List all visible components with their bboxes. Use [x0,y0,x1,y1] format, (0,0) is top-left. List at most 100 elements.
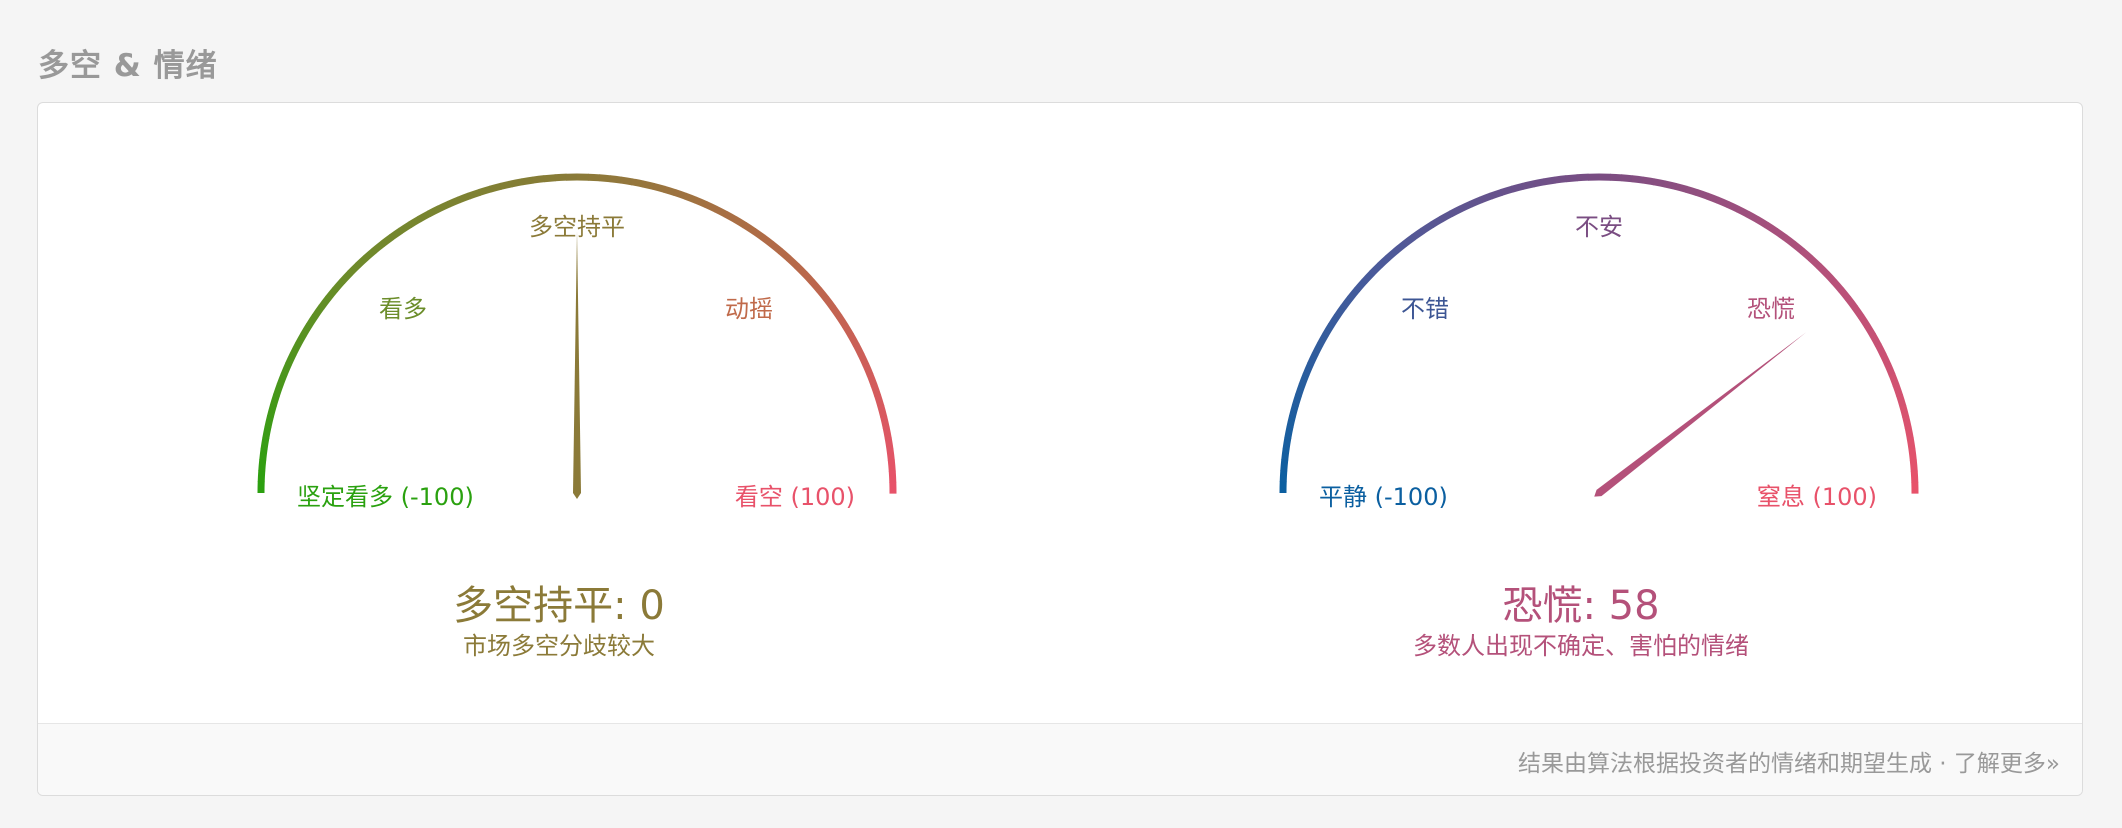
gauge-arc-segment [300,323,313,337]
gauge-arc-segment [1909,459,1918,472]
gauge-arc-segment [801,271,815,285]
gauge-label-top: 不安 [1575,213,1623,241]
gauge-arc-segment [1489,188,1504,200]
gauge-arc-segment [285,352,297,366]
gauge-arc-segment [1347,287,1361,301]
gauge-arc-segment [1393,240,1408,254]
bull-bear-dial [257,173,897,499]
gauge-arc-segment [499,180,513,190]
gauge-arc-segment [259,447,268,461]
gauge-arc-segment [363,247,377,261]
gauge-arc-segment [398,221,412,234]
gauge-arc-segment [1858,314,1871,328]
gauge-arc-segment [777,248,792,262]
gauge-label-top: 多空持平 [529,213,625,241]
gauge-arc-segment [1311,342,1324,357]
gauge-arc-segment [683,192,698,204]
gauge-arc-segment [1816,263,1830,277]
gauge-arc-segment [1279,470,1288,483]
gauge-arc-segment [1354,278,1368,293]
gauge-arc-segment [1642,176,1656,186]
gauge-arc-segment [1307,352,1319,366]
gauge-arc-segment [1302,362,1314,376]
gauge-arc-segment [1439,210,1453,223]
gauge-arc-segment [289,342,302,357]
gauge-description: 多数人出现不确定、害怕的情绪 [1413,632,1749,660]
gauge-arc-segment [257,470,266,483]
gauge-arc-segment [1411,227,1425,241]
gauge-arc-segment [673,189,687,200]
gauge-arc-segment [1831,279,1845,293]
gauge-arc-segment [269,393,280,407]
gauge-status: 多空持平: 0 [453,583,665,629]
gauge-arc-segment [842,323,855,338]
gauge-arc-segment [266,404,277,418]
gauge-arc-segment [1500,185,1514,196]
gauge-arc-segment [258,458,267,472]
gauge-arc-segment [1291,393,1302,407]
gauge-arc-segment [1902,415,1912,429]
gauge-arc-segment [1716,196,1730,208]
gauge-arc-segment [1458,200,1473,213]
gauge-arc-segment [1663,180,1677,190]
gauge-arc-segment [447,196,461,208]
gauge-arc-segment [1420,221,1434,234]
footer-text: 结果由算法根据投资者的情绪和期望生成 · 了解更多» [1518,744,2060,778]
gauge-arc-segment [1322,323,1335,337]
gauge-arc-segment [1869,333,1882,347]
gauge-arc-segment [723,210,738,223]
gauge-arc-segment [886,448,895,461]
gauge-arc-segment [1369,262,1383,276]
gauge-arc-segment [1377,255,1391,269]
gauge-arc-segment [1576,173,1589,182]
gauge-arc-segment [760,234,775,248]
gauge-arc-segment [1864,323,1877,338]
gauge-arc-segment [1620,174,1634,183]
gauge-arc-segment [1532,178,1546,188]
sentiment-gauge: 不错 不安 恐慌 平静 (-100) 窒息 (100) 恐慌: 58 多数人出现… [1241,103,1921,703]
gauge-arc-segment [417,210,431,223]
gauge-arc-segment [882,426,892,440]
gauge-needle [1594,332,1807,497]
gauge-arc-segment [1282,436,1292,450]
gauge-arc-segment [823,296,836,310]
gauge-arc-segment [1328,313,1341,328]
gauge-arc-segment [273,383,284,397]
gauge-arc-segment [866,373,878,387]
gauge-arc-segment [1908,448,1917,461]
gauge-arc-segment [389,227,403,241]
gauge-arc-segment [347,262,361,276]
gauge-arc-segment [1838,287,1852,302]
gauge-arc-segment [652,182,666,193]
learn-more-link[interactable]: 了解更多» [1954,751,2060,777]
gauge-arc-segment [1295,383,1306,397]
card-footer: 结果由算法根据投资者的情绪和期望生成 · 了解更多» [38,723,2082,795]
gauge-arc-segment [870,383,882,398]
gauge-arc-segment [1904,426,1914,440]
gauge-arc-segment [862,363,874,377]
gauge-arc-segment [294,332,307,347]
gauge-arc-segment [1888,373,1900,387]
gauge-arc-segment [794,263,808,277]
gauge-arc-segment [554,173,567,182]
gauge-min-label: 平静 (-100) [1319,483,1448,511]
gauge-arc-segment [262,425,272,439]
gauge-arc-segment [371,240,386,254]
gauge-arc-segment [332,278,346,293]
gauge-arc-segment [1791,241,1805,255]
gauge-arc-segment [1851,305,1865,319]
gauge-arc-segment [1745,210,1760,223]
gauge-arc-segment [264,415,274,429]
gauge-arc-segment [786,255,800,269]
gauge-arc-segment [1735,205,1750,218]
gauge-arc-segment [1910,470,1919,483]
gauge-arc-segment [339,270,353,284]
gauge-label-right: 恐慌 [1747,295,1795,323]
gauge-arc-segment [880,415,890,429]
gauge-arc-segment [1609,173,1622,182]
gauge-arc-segment [457,192,471,204]
gauge-arc-segment [1906,437,1916,451]
gauge-arc-segment [355,255,369,269]
gauge-label-left: 看多 [379,295,427,323]
gauge-arc-segment [1631,175,1645,184]
